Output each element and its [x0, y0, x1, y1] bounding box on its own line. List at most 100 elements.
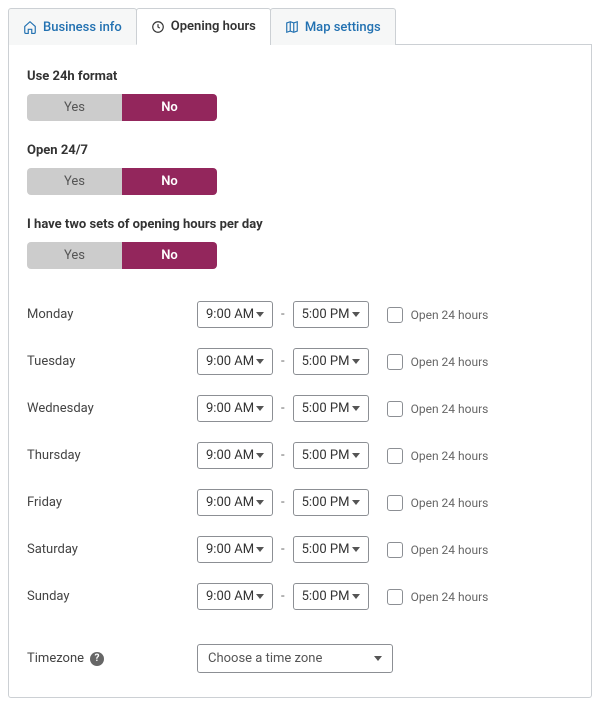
- timezone-row: Timezone ? Choose a time zone: [27, 620, 573, 673]
- close-time-value: 5:00 PM: [302, 542, 350, 557]
- toggle-yes[interactable]: Yes: [27, 94, 122, 121]
- close-time-value: 5:00 PM: [302, 589, 350, 604]
- day-name: Saturday: [27, 542, 197, 557]
- open-24-checkbox[interactable]: [387, 495, 403, 511]
- toggle-two-sets[interactable]: Yes No: [27, 242, 217, 269]
- chevron-down-icon: [352, 312, 360, 317]
- time-separator: -: [281, 401, 285, 416]
- open-time-select[interactable]: 9:00 AM: [197, 348, 273, 375]
- tabs: Business info Opening hours Map settings: [8, 8, 592, 45]
- tab-label: Business info: [43, 20, 122, 35]
- toggle-open-247[interactable]: Yes No: [27, 168, 217, 195]
- close-time-value: 5:00 PM: [302, 354, 350, 369]
- time-separator: -: [281, 448, 285, 463]
- day-row: Saturday9:00 AM- 5:00 PM Open 24 hours: [27, 526, 573, 573]
- open-time-select[interactable]: 9:00 AM: [197, 583, 273, 610]
- open-time-select[interactable]: 9:00 AM: [197, 489, 273, 516]
- day-name: Thursday: [27, 448, 197, 463]
- day-row: Wednesday9:00 AM- 5:00 PM Open 24 hours: [27, 385, 573, 432]
- day-name: Monday: [27, 307, 197, 322]
- chevron-down-icon: [352, 406, 360, 411]
- chevron-down-icon: [256, 359, 264, 364]
- map-icon: [285, 20, 299, 34]
- chevron-down-icon: [256, 500, 264, 505]
- days-list: Monday9:00 AM-5:00 PMOpen 24 hoursTuesda…: [27, 291, 573, 620]
- open-time-select[interactable]: 9:00 AM: [197, 301, 273, 328]
- time-separator: -: [281, 542, 285, 557]
- tab-opening-hours[interactable]: Opening hours: [136, 8, 271, 45]
- open-24-checkbox[interactable]: [387, 448, 403, 464]
- tab-label: Map settings: [305, 20, 381, 35]
- timezone-label-group: Timezone ?: [27, 651, 197, 666]
- open-24-label: Open 24 hours: [411, 308, 489, 322]
- toggle-no[interactable]: No: [122, 168, 217, 195]
- open-time-select[interactable]: 9:00 AM: [197, 536, 273, 563]
- setting-use-24h: Use 24h format Yes No: [27, 69, 573, 121]
- open-24-checkbox[interactable]: [387, 401, 403, 417]
- open-24-label: Open 24 hours: [411, 590, 489, 604]
- time-separator: -: [281, 495, 285, 510]
- time-group: 9:00 AM -5:00 PM: [197, 301, 369, 328]
- close-time-select[interactable]: 5:00 PM: [293, 489, 369, 516]
- chevron-down-icon: [256, 406, 264, 411]
- open-24-checkbox[interactable]: [387, 307, 403, 323]
- open-time-value: 9:00 AM: [206, 307, 254, 322]
- time-group: 9:00 AM-5:00 PM: [197, 348, 369, 375]
- open-24-label: Open 24 hours: [411, 355, 489, 369]
- close-time-select[interactable]: 5:00 PM: [293, 536, 369, 563]
- open-24-checkbox[interactable]: [387, 542, 403, 558]
- close-time-select[interactable]: 5:00 PM: [293, 301, 369, 328]
- chevron-down-icon: [374, 656, 382, 661]
- time-group: 9:00 AM- 5:00 PM: [197, 489, 369, 516]
- day-name: Wednesday: [27, 401, 197, 416]
- day-name: Friday: [27, 495, 197, 510]
- open-time-select[interactable]: 9:00 AM: [197, 442, 273, 469]
- open-time-value: 9:00 AM: [206, 589, 254, 604]
- setting-title: Use 24h format: [27, 69, 573, 84]
- chevron-down-icon: [352, 547, 360, 552]
- toggle-use-24h[interactable]: Yes No: [27, 94, 217, 121]
- time-group: 9:00 AM- 5:00 PM: [197, 395, 369, 422]
- close-time-select[interactable]: 5:00 PM: [293, 583, 369, 610]
- open-time-select[interactable]: 9:00 AM: [197, 395, 273, 422]
- open-24-label: Open 24 hours: [411, 496, 489, 510]
- chevron-down-icon: [352, 359, 360, 364]
- open-24-checkbox[interactable]: [387, 354, 403, 370]
- close-time-select[interactable]: 5:00 PM: [293, 442, 369, 469]
- chevron-down-icon: [352, 594, 360, 599]
- setting-two-sets: I have two sets of opening hours per day…: [27, 217, 573, 269]
- chevron-down-icon: [256, 594, 264, 599]
- setting-open-247: Open 24/7 Yes No: [27, 143, 573, 195]
- close-time-value: 5:00 PM: [302, 401, 350, 416]
- help-icon[interactable]: ?: [90, 652, 104, 666]
- clock-icon: [151, 20, 165, 34]
- close-time-select[interactable]: 5:00 PM: [293, 395, 369, 422]
- toggle-yes[interactable]: Yes: [27, 168, 122, 195]
- time-group: 9:00 AM- 5:00 PM: [197, 536, 369, 563]
- day-row: Tuesday9:00 AM-5:00 PMOpen 24 hours: [27, 338, 573, 385]
- toggle-no[interactable]: No: [122, 94, 217, 121]
- open-24-group: Open 24 hours: [387, 401, 489, 417]
- time-separator: -: [281, 307, 285, 322]
- close-time-select[interactable]: 5:00 PM: [293, 348, 369, 375]
- tab-map-settings[interactable]: Map settings: [270, 8, 396, 45]
- open-24-checkbox[interactable]: [387, 589, 403, 605]
- tab-label: Opening hours: [171, 19, 256, 34]
- time-group: 9:00 AM-5:00 PM: [197, 442, 369, 469]
- timezone-placeholder: Choose a time zone: [208, 651, 322, 666]
- day-row: Sunday9:00 AM-5:00 PMOpen 24 hours: [27, 573, 573, 620]
- open-24-group: Open 24 hours: [387, 589, 489, 605]
- open-24-label: Open 24 hours: [411, 402, 489, 416]
- open-24-group: Open 24 hours: [387, 495, 489, 511]
- open-24-label: Open 24 hours: [411, 449, 489, 463]
- day-name: Sunday: [27, 589, 197, 604]
- open-24-group: Open 24 hours: [387, 354, 489, 370]
- open-24-group: Open 24 hours: [387, 542, 489, 558]
- timezone-select[interactable]: Choose a time zone: [197, 644, 393, 673]
- open-24-group: Open 24 hours: [387, 448, 489, 464]
- close-time-value: 5:00 PM: [302, 495, 350, 510]
- open-time-value: 9:00 AM: [206, 354, 254, 369]
- toggle-no[interactable]: No: [122, 242, 217, 269]
- tab-business-info[interactable]: Business info: [8, 8, 137, 45]
- toggle-yes[interactable]: Yes: [27, 242, 122, 269]
